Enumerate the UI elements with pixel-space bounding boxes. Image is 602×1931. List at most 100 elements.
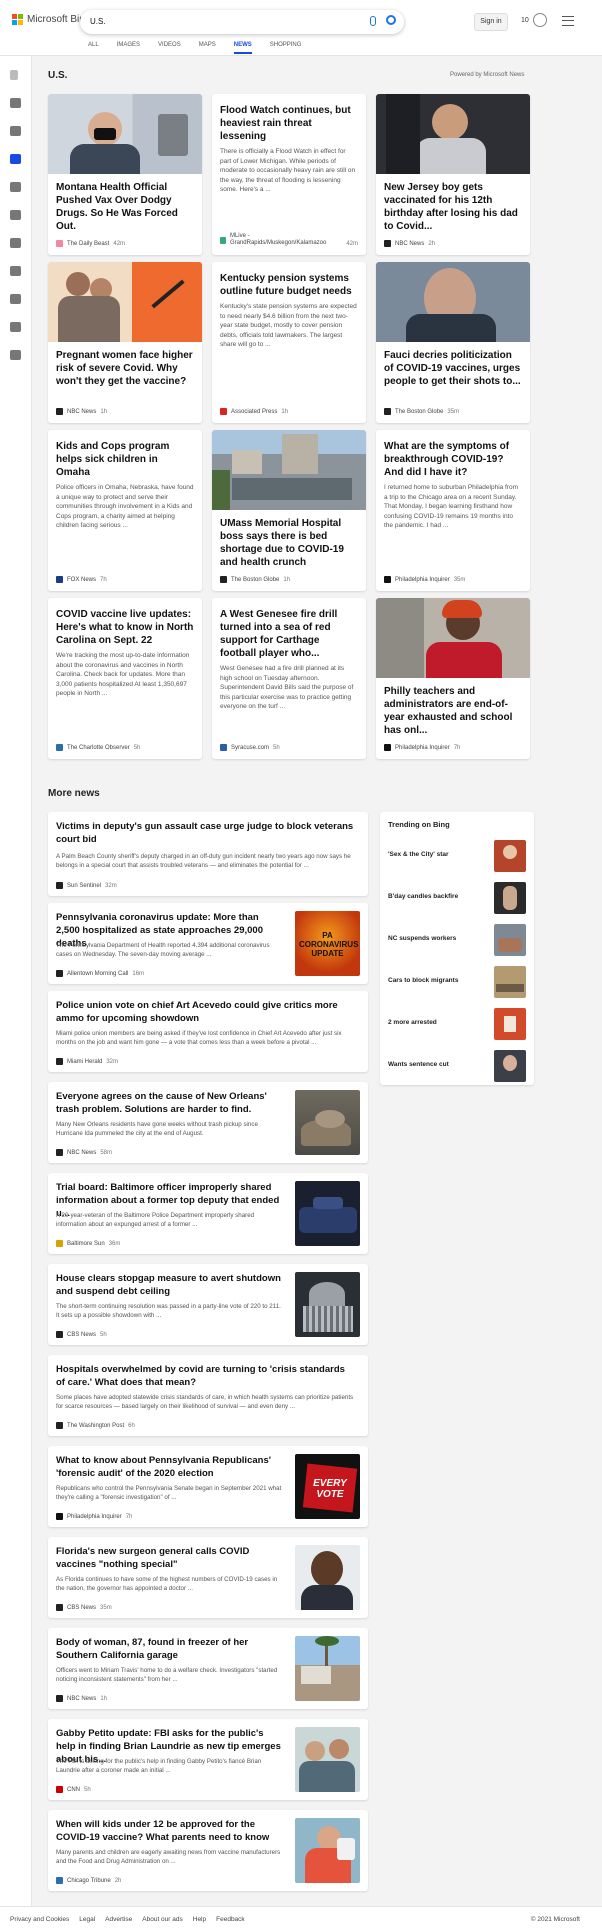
source-logo-icon [56,1058,63,1065]
source-logo-icon [56,408,63,415]
powered-by: Powered by Microsoft News [450,72,525,78]
card-title: New Jersey boy gets vaccinated for his 1… [384,182,518,232]
news-title: Body of woman, 87, found in freezer of h… [56,1637,249,1661]
news-card[interactable]: Flood Watch continues, but heaviest rain… [212,94,366,255]
news-card[interactable]: Montana Health Official Pushed Vax Over … [48,94,202,255]
source-logo-icon [56,1695,63,1702]
news-source: NBC News 1h [56,1695,107,1702]
news-card[interactable]: What are the symptoms of breakthrough CO… [376,430,530,591]
news-list-item[interactable]: Everyone agrees on the cause of New Orle… [48,1082,368,1163]
expand-rail-icon[interactable] [10,70,18,80]
politics-icon[interactable] [10,322,21,332]
globe-icon[interactable] [10,210,21,220]
news-card[interactable]: New Jersey boy gets vaccinated for his 1… [376,94,530,255]
news-card[interactable]: Philly teachers and administrators are e… [376,598,530,759]
card-title: UMass Memorial Hospital boss says there … [220,518,344,568]
source-logo-icon [56,1149,63,1156]
news-title: Police union vote on chief Art Acevedo c… [56,1000,338,1024]
tab-news[interactable]: NEWS [233,42,252,54]
news-source: The Washington Post 6h [56,1422,135,1429]
trending-thumbnail [494,882,526,914]
source-logo-icon [220,576,227,583]
trending-item[interactable]: 'Sex & the City' star [388,840,526,872]
news-thumbnail [295,1727,360,1792]
card-image [48,94,202,174]
us-flag-icon[interactable] [10,154,21,164]
search-icon[interactable] [386,15,396,25]
news-title: Victims in deputy's gun assault case urg… [56,821,354,845]
news-thumbnail [295,1818,360,1883]
news-list-item[interactable]: Gabby Petito update: FBI asks for the pu… [48,1719,368,1800]
trending-item[interactable]: Wants sentence cut [388,1050,526,1082]
source-logo-icon [220,744,227,751]
card-title: Philly teachers and administrators are e… [384,686,513,736]
tab-maps[interactable]: MAPS [199,42,216,54]
trending-item[interactable]: 2 more arrested [388,1008,526,1040]
entertainment-icon[interactable] [10,294,21,304]
news-card[interactable]: Pregnant women face higher risk of sever… [48,262,202,423]
sign-in-button[interactable]: Sign in [474,13,508,31]
footer-link-feedback[interactable]: Feedback [216,1916,245,1923]
news-snippet: The Pennsylvania Department of Health re… [56,942,270,958]
search-input[interactable]: U.S. [80,10,404,34]
news-title: Hospitals overwhelmed by covid are turni… [56,1364,345,1388]
card-snippet: I returned home to suburban Philadelphia… [384,484,519,529]
sports-icon[interactable] [10,350,21,360]
news-list-item[interactable]: Florida's new surgeon general calls COVI… [48,1537,368,1618]
news-list-item[interactable]: Victims in deputy's gun assault case urg… [48,812,368,896]
location-pin-icon[interactable] [10,182,21,192]
trending-thumbnail [494,840,526,872]
card-source: Philadelphia Inquirer 7h [384,744,460,751]
tab-images[interactable]: IMAGES [117,42,140,54]
card-source: Syracuse.com 5h [220,744,280,751]
news-list-item[interactable]: House clears stopgap measure to avert sh… [48,1264,368,1345]
trending-item[interactable]: Cars to block migrants [388,966,526,998]
news-list-item[interactable]: What to know about Pennsylvania Republic… [48,1446,368,1527]
tab-videos[interactable]: VIDEOS [158,42,181,54]
chart-icon[interactable] [10,238,21,248]
news-list-item[interactable]: Pennsylvania coronavirus update: More th… [48,903,368,984]
home-icon[interactable] [10,98,21,108]
science-icon[interactable] [10,266,21,276]
trending-title: Trending on Bing [388,820,450,829]
tab-all[interactable]: ALL [88,42,99,54]
news-list-item[interactable]: Police union vote on chief Art Acevedo c… [48,991,368,1072]
news-list-item[interactable]: When will kids under 12 be approved for … [48,1810,368,1891]
footer-link-advertise[interactable]: Advertise [105,1916,132,1923]
trending-item[interactable]: NC suspends workers [388,924,526,956]
source-logo-icon [384,744,391,751]
news-card[interactable]: Fauci decries politicization of COVID-19… [376,262,530,423]
news-thumbnail [295,1181,360,1246]
news-card[interactable]: UMass Memorial Hospital boss says there … [212,430,366,591]
rewards-trophy-icon[interactable] [533,13,547,27]
news-card[interactable]: Kids and Cops program helps sick childre… [48,430,202,591]
source-logo-icon [56,970,63,977]
tab-shopping[interactable]: SHOPPING [270,42,302,54]
news-list-item[interactable]: Trial board: Baltimore officer improperl… [48,1173,368,1254]
news-thumbnail: EVERY VOTE [295,1454,360,1519]
source-logo-icon [56,1877,63,1884]
news-list-item[interactable]: Body of woman, 87, found in freezer of h… [48,1628,368,1709]
card-snippet: Kentucky's state pension systems are exp… [220,303,357,348]
footer-link-about-ads[interactable]: About our ads [142,1916,182,1923]
trending-item[interactable]: B'day candles backfire [388,882,526,914]
microphone-icon[interactable] [370,16,376,26]
news-card[interactable]: A West Genesee fire drill turned into a … [212,598,366,759]
news-card[interactable]: Kentucky pension systems outline future … [212,262,366,423]
source-logo-icon [384,408,391,415]
news-source: NBC News 58m [56,1149,112,1156]
footer-link-legal[interactable]: Legal [79,1916,95,1923]
card-snippet: West Genesee had a fire drill planned at… [220,665,354,710]
trending-icon[interactable] [10,126,21,136]
card-title: Kids and Cops program helps sick childre… [56,441,170,478]
news-source: Miami Herald 32m [56,1058,118,1065]
footer-link-help[interactable]: Help [193,1916,206,1923]
news-source: CNN 5h [56,1786,91,1793]
news-card[interactable]: COVID vaccine live updates: Here's what … [48,598,202,759]
source-logo-icon [56,576,63,583]
news-list-item[interactable]: Hospitals overwhelmed by covid are turni… [48,1355,368,1436]
trending-thumbnail [494,966,526,998]
footer-link-privacy[interactable]: Privacy and Cookies [10,1916,69,1923]
bing-logo[interactable]: Microsoft Bing [12,14,90,25]
menu-icon[interactable] [562,16,574,26]
